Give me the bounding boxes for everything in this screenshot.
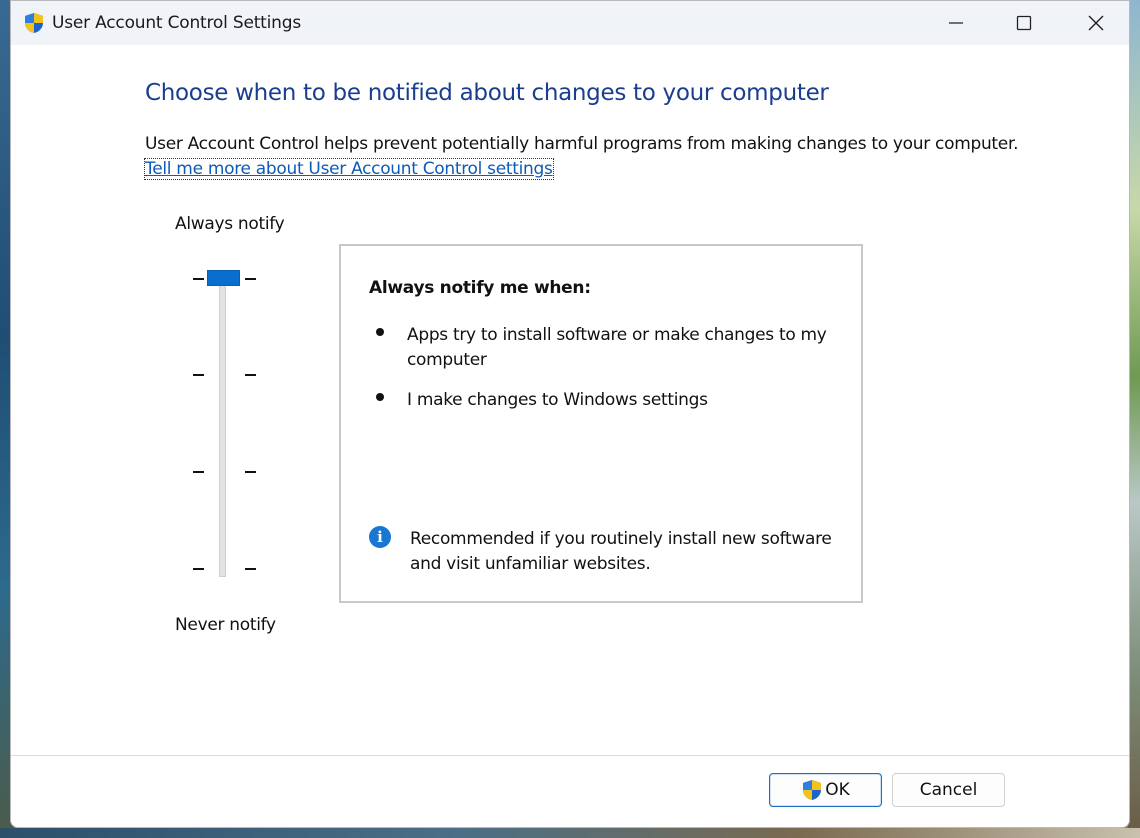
slider-tick-left-4 <box>193 568 204 570</box>
bullet-icon <box>376 393 384 401</box>
minimize-button[interactable] <box>921 1 991 45</box>
bullet-item: Apps try to install software or make cha… <box>407 325 827 370</box>
slider-track[interactable] <box>219 277 226 577</box>
slider-tick-left-1 <box>193 278 204 280</box>
slider-tick-left-3 <box>193 471 204 473</box>
desktop-background-bottom <box>0 828 1140 838</box>
uac-shield-icon <box>803 780 822 800</box>
slider-tick-right-3 <box>245 471 256 473</box>
slider-bottom-label: Never notify <box>175 615 276 635</box>
recommendation-text: Recommended if you routinely install new… <box>410 529 832 574</box>
box-heading: Always notify me when: <box>369 278 591 298</box>
page-heading: Choose when to be notified about changes… <box>145 80 829 106</box>
slider-thumb[interactable] <box>207 270 240 286</box>
close-button[interactable] <box>1061 1 1129 45</box>
uac-shield-icon <box>25 13 43 33</box>
maximize-button[interactable] <box>989 1 1059 45</box>
title-bar[interactable]: User Account Control Settings <box>11 1 1129 45</box>
window-title: User Account Control Settings <box>52 13 301 33</box>
close-icon <box>1088 15 1104 31</box>
info-icon: i <box>369 526 391 548</box>
slider-tick-left-2 <box>193 374 204 376</box>
uac-settings-window: User Account Control Settings Choose whe… <box>10 0 1130 828</box>
level-description-box: Always notify me when: Apps try to insta… <box>339 244 863 603</box>
maximize-icon <box>1016 15 1032 31</box>
slider-top-label: Always notify <box>175 214 285 234</box>
minimize-icon <box>949 22 963 24</box>
cancel-button[interactable]: Cancel <box>892 773 1005 807</box>
slider-tick-right-4 <box>245 568 256 570</box>
cancel-button-label: Cancel <box>919 780 978 800</box>
description-text: User Account Control helps prevent poten… <box>145 134 1019 154</box>
slider-tick-right-1 <box>245 278 256 280</box>
bullet-icon <box>376 328 384 336</box>
ok-button[interactable]: OK <box>769 773 882 807</box>
learn-more-link[interactable]: Tell me more about User Account Control … <box>144 158 554 180</box>
ok-button-label: OK <box>825 780 850 800</box>
slider-tick-right-2 <box>245 374 256 376</box>
bullet-item: I make changes to Windows settings <box>407 390 708 410</box>
